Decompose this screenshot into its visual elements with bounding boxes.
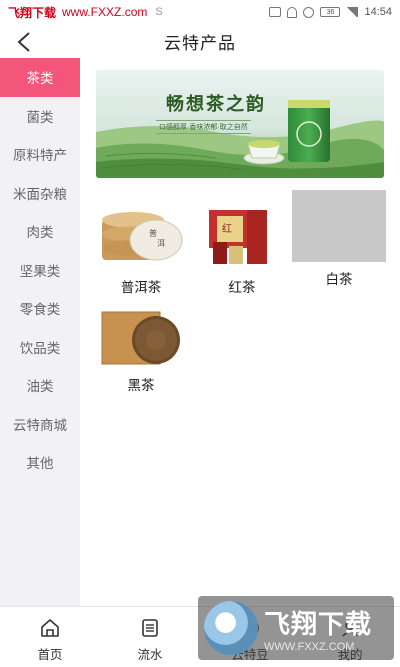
sidebar-item-meat[interactable]: 肉类	[0, 212, 80, 251]
watermark-url-text: WWW.FXXZ.COM	[264, 640, 355, 653]
sidebar-item-label: 肉类	[26, 225, 54, 241]
sidebar-item-nuts[interactable]: 坚果类	[0, 251, 80, 290]
sidebar-item-mall[interactable]: 云特商城	[0, 405, 80, 444]
battery-level: 36	[326, 8, 335, 16]
home-icon	[41, 619, 59, 637]
sidebar-item-label: 茶类	[26, 71, 54, 87]
notification-icon	[269, 7, 282, 17]
clock: 14:54	[364, 6, 392, 18]
svg-text:洱: 洱	[157, 239, 165, 248]
product-dark-tea[interactable]: 黑茶	[94, 310, 188, 394]
sidebar-item-drinks[interactable]: 饮品类	[0, 328, 80, 367]
sidebar-item-label: 油类	[26, 379, 54, 395]
list-icon	[142, 619, 158, 637]
watermark-name: 飞翔下载	[8, 5, 57, 20]
sidebar-item-label: 零食类	[19, 302, 61, 318]
sidebar-item-oil[interactable]: 油类	[0, 366, 80, 405]
sidebar-item-label: 米面杂粮	[13, 186, 67, 202]
product-name: 白茶	[325, 272, 353, 287]
sidebar-item-raw-specialty[interactable]: 原料特产	[0, 135, 80, 174]
signal-text: S	[155, 6, 163, 18]
watermark-logo-icon	[204, 601, 258, 655]
sidebar-item-label: 其他	[26, 456, 54, 472]
sidebar-item-other[interactable]: 其他	[0, 443, 80, 482]
product-image: 普 洱	[94, 198, 188, 270]
back-button[interactable]	[16, 30, 42, 54]
watermark-title: 飞翔下载	[264, 608, 373, 639]
alarm-icon	[303, 6, 315, 18]
banner-brand: 畅想茶之韵	[166, 94, 266, 115]
product-puer[interactable]: 普 洱 普洱茶	[94, 198, 188, 296]
sidebar-item-tea[interactable]: 茶类	[0, 58, 80, 97]
banner-tagline: 口感醇厚·香味浓郁·取之自然	[156, 120, 251, 134]
watermark-url: www.FXXZ.com	[62, 5, 148, 19]
product-name: 普洱茶	[120, 280, 162, 295]
tab-home[interactable]: 首页	[0, 607, 100, 667]
product-white-tea[interactable]: 白茶	[292, 190, 386, 288]
tab-label: 流水	[137, 648, 163, 662]
sidebar-item-grains[interactable]: 米面杂粮	[0, 174, 80, 213]
promo-banner[interactable]: 畅想茶之韵 口感醇厚·香味浓郁·取之自然	[96, 70, 384, 178]
product-image	[94, 310, 188, 382]
product-image: 红	[195, 198, 289, 270]
signal-icon	[346, 7, 359, 17]
app-header: 云特产品	[0, 24, 400, 58]
battery-icon: 36	[320, 7, 341, 17]
sidebar-item-label: 云特商城	[13, 417, 67, 433]
tab-transactions[interactable]: 流水	[100, 607, 200, 667]
product-image-placeholder	[292, 190, 386, 262]
sidebar-item-label: 菌类	[26, 109, 54, 125]
watermark-overlay: 飞翔下载 WWW.FXXZ.COM	[198, 596, 394, 660]
sidebar-item-label: 原料特产	[13, 148, 67, 164]
category-sidebar: 茶类 菌类 原料特产 米面杂粮 肉类 坚果类 零食类 饮品类 油类 云特商城 其…	[0, 58, 80, 606]
chevron-left-icon	[17, 32, 30, 52]
status-bar: 飞翔下载 www.FXXZ.com S 36 14:54	[0, 0, 400, 24]
product-content: 畅想茶之韵 口感醇厚·香味浓郁·取之自然 普 洱 普洱茶 红 红茶 白茶 黑茶	[80, 58, 400, 606]
svg-text:普: 普	[149, 228, 157, 238]
product-name: 红茶	[228, 280, 256, 295]
sidebar-item-snacks[interactable]: 零食类	[0, 289, 80, 328]
page-title: 云特产品	[164, 33, 236, 53]
product-black-tea[interactable]: 红 红茶	[195, 198, 289, 296]
sidebar-item-label: 饮品类	[19, 340, 61, 356]
sidebar-item-mushroom[interactable]: 菌类	[0, 97, 80, 136]
svg-text:红: 红	[222, 222, 232, 235]
tab-label: 首页	[37, 648, 63, 662]
sidebar-item-label: 坚果类	[19, 263, 61, 279]
bell-icon	[287, 6, 298, 18]
